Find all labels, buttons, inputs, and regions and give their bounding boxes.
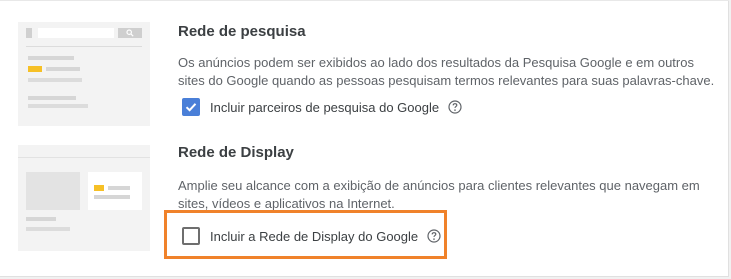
description-line: Amplie seu alcance com a exibição de anú…	[178, 178, 700, 193]
description-line: Os anúncios podem ser exibidos ao lado d…	[178, 55, 694, 70]
ad-badge-placeholder	[94, 185, 104, 191]
search-network-title: Rede de pesquisa	[178, 23, 306, 40]
display-network-illustration	[18, 145, 150, 251]
display-ad-placeholder	[88, 172, 142, 210]
divider	[18, 157, 150, 158]
text-line-placeholder	[108, 186, 130, 190]
ad-badge-placeholder	[28, 66, 42, 72]
text-line-placeholder	[26, 217, 56, 221]
image-placeholder	[26, 172, 80, 210]
search-partners-label: Incluir parceiros de pesquisa do Google	[210, 99, 440, 115]
search-network-description: Os anúncios podem ser exibidos ao lado d…	[178, 54, 718, 90]
help-circle-icon[interactable]	[427, 229, 441, 243]
text-line-placeholder	[28, 104, 88, 108]
search-network-illustration	[18, 22, 150, 126]
include-display-network-option[interactable]: Incluir a Rede de Display do Google	[182, 226, 441, 246]
display-network-description: Amplie seu alcance com a exibição de anú…	[178, 177, 718, 213]
display-network-checkbox[interactable]	[182, 227, 200, 245]
network-settings-card: Rede de pesquisa Os anúncios podem ser e…	[0, 0, 729, 277]
display-network-title: Rede de Display	[178, 144, 294, 161]
description-line: sites, vídeos e aplicativos na Internet.	[178, 196, 395, 211]
description-line: sites do Google quando as pessoas pesqui…	[178, 73, 715, 88]
divider	[0, 0, 729, 1]
checkmark-icon	[185, 103, 197, 112]
text-line-placeholder	[28, 96, 76, 100]
text-line-placeholder	[28, 56, 74, 60]
search-bar-placeholder	[38, 28, 114, 38]
logo-placeholder	[26, 28, 32, 38]
search-icon	[118, 28, 142, 38]
include-search-partners-option[interactable]: Incluir parceiros de pesquisa do Google	[182, 97, 462, 117]
divider	[26, 46, 142, 47]
text-line-placeholder	[28, 78, 82, 82]
help-circle-icon[interactable]	[448, 100, 462, 114]
text-line-placeholder	[46, 67, 80, 71]
text-line-placeholder	[94, 195, 130, 199]
display-network-label: Incluir a Rede de Display do Google	[210, 228, 419, 244]
text-line-placeholder	[26, 227, 70, 231]
search-partners-checkbox[interactable]	[182, 98, 200, 116]
